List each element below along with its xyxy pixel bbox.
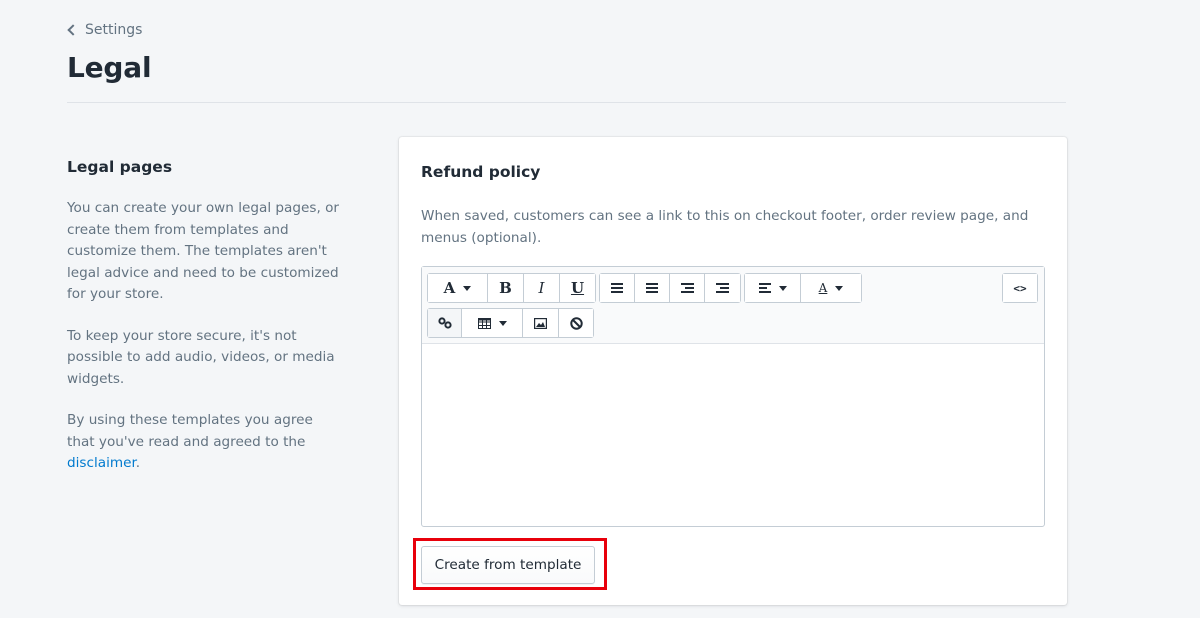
caret-down-icon [835, 285, 844, 291]
format-group: A B I U [427, 273, 596, 303]
numbered-list-icon [646, 283, 658, 293]
font-icon: A [443, 279, 456, 297]
code-icon: <> [1013, 281, 1027, 295]
caret-down-icon [463, 285, 472, 291]
text-color-dropdown[interactable]: A [801, 274, 861, 302]
annotation-paragraph: To keep your store secure, it's not poss… [67, 327, 335, 387]
numbered-list-button[interactable] [635, 274, 670, 302]
text-color-icon: A [818, 281, 828, 295]
create-from-template-button[interactable]: Create from template [421, 546, 595, 584]
bold-button[interactable]: B [488, 274, 524, 302]
block-icon [569, 316, 583, 330]
bullet-list-button[interactable] [600, 274, 635, 302]
editor-toolbar: A B I U A <> [422, 267, 1044, 344]
image-button[interactable] [523, 309, 559, 337]
editor-content-area[interactable] [422, 344, 1044, 526]
indent-icon [716, 283, 729, 293]
italic-button[interactable]: I [524, 274, 560, 302]
header-divider [67, 102, 1066, 103]
annotation-title: Legal pages [67, 158, 173, 176]
outdent-button[interactable] [670, 274, 705, 302]
annotation-paragraph: You can create your own legal pages, or … [67, 200, 340, 302]
link-icon [437, 317, 452, 329]
caret-down-icon [778, 285, 787, 291]
legal-pages-annotation: Legal pages You can create your own lega… [67, 158, 342, 495]
card-title: Refund policy [421, 163, 541, 181]
image-icon [534, 317, 547, 329]
chevron-left-icon [67, 24, 79, 36]
rich-text-editor: A B I U A <> [421, 266, 1045, 527]
bullet-list-icon [611, 283, 623, 293]
source-code-button[interactable]: <> [1003, 274, 1037, 302]
indent-button[interactable] [705, 274, 740, 302]
outdent-icon [680, 283, 694, 293]
source-group: <> [1002, 273, 1038, 303]
table-icon [477, 317, 491, 329]
font-style-dropdown[interactable]: A [428, 274, 488, 302]
page-title: Legal [67, 51, 152, 84]
annotation-agree-paragraph: By using these templates you agree that … [67, 410, 342, 475]
caret-down-icon [498, 320, 507, 326]
italic-icon: I [538, 279, 545, 297]
breadcrumb-label: Settings [85, 22, 143, 38]
align-dropdown[interactable] [745, 274, 801, 302]
breadcrumb-settings[interactable]: Settings [66, 22, 142, 38]
agree-text: By using these templates you agree that … [67, 412, 313, 450]
underline-icon: U [570, 279, 585, 297]
card-description: When saved, customers can see a link to … [421, 208, 1029, 246]
bold-icon: B [499, 279, 512, 297]
clear-formatting-button[interactable] [559, 309, 593, 337]
disclaimer-link[interactable]: disclaimer [67, 455, 136, 471]
list-group [599, 273, 741, 303]
refund-policy-card: Refund policy When saved, customers can … [399, 137, 1067, 605]
align-color-group: A [744, 273, 862, 303]
agree-suffix: . [135, 455, 141, 471]
table-dropdown[interactable] [462, 309, 523, 337]
insert-group [427, 308, 594, 338]
underline-button[interactable]: U [560, 274, 595, 302]
link-button[interactable] [428, 309, 462, 337]
align-left-icon [758, 283, 771, 293]
